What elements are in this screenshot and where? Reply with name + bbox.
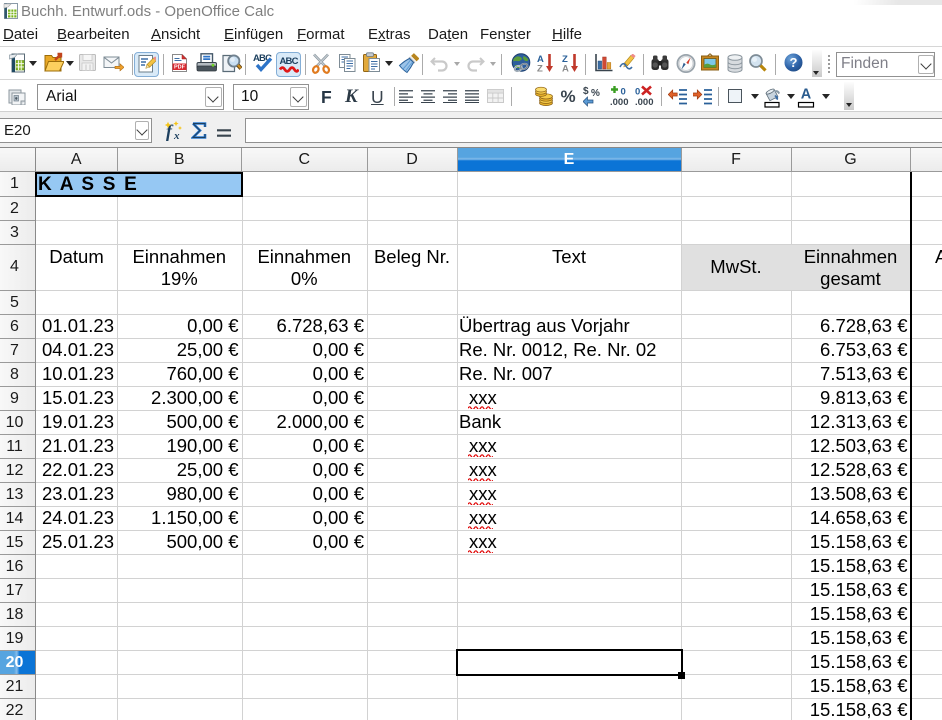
svg-text:.000: .000 xyxy=(610,97,629,107)
svg-text:?: ? xyxy=(790,55,798,70)
svg-text:$: $ xyxy=(583,86,589,97)
svg-text:%: % xyxy=(591,88,600,99)
svg-text:A: A xyxy=(801,87,812,103)
svg-text:x: x xyxy=(173,130,180,141)
svg-text:.000: .000 xyxy=(635,97,654,107)
svg-text:A: A xyxy=(562,64,569,74)
svg-text:0: 0 xyxy=(635,87,640,98)
svg-text:Z: Z xyxy=(537,64,543,74)
svg-text:0: 0 xyxy=(620,87,625,98)
svg-text:ABC: ABC xyxy=(279,56,298,67)
svg-text:PDF: PDF xyxy=(174,65,186,71)
